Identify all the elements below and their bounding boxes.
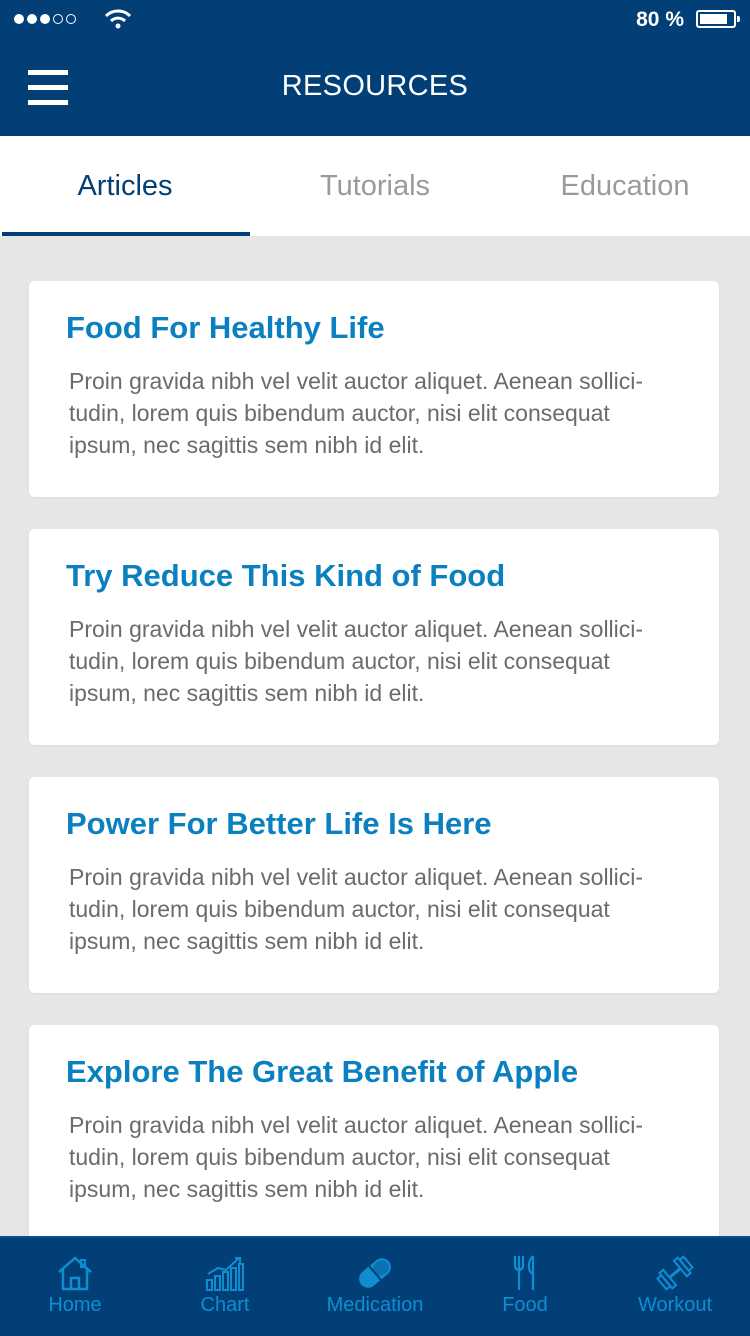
tab-articles[interactable]: Articles [0, 136, 250, 236]
page-title: RESOURCES [281, 70, 469, 102]
signal-strength-icon [14, 14, 76, 24]
tab-tutorials[interactable]: Tutorials [250, 136, 500, 236]
chart-icon [206, 1257, 244, 1291]
tabbar-label: Chart [200, 1294, 250, 1316]
article-body: Proin gravida nibh vel velit auctor aliq… [69, 864, 644, 954]
tabbar-item-chart[interactable]: Chart [150, 1238, 300, 1336]
tabbar-label: Workout [637, 1294, 713, 1316]
tabbar-label: Medication [326, 1294, 424, 1316]
app-header: 80 % RESOURCES [0, 0, 750, 136]
article-card[interactable]: Try Reduce This Kind of Food Proin gravi… [29, 529, 719, 745]
tabbar-item-food[interactable]: Food [450, 1238, 600, 1336]
resource-tabs: Articles Tutorials Education [0, 136, 750, 236]
article-list: Food For Healthy Life Proin gravida nibh… [29, 281, 719, 1273]
wifi-icon [104, 9, 132, 29]
bottom-tab-bar: Home Chart Medication Food Workout [0, 1236, 750, 1336]
article-title: Food For Healthy Life [66, 310, 385, 345]
status-bar: 80 % [0, 0, 750, 42]
article-title: Try Reduce This Kind of Food [66, 558, 506, 593]
article-body: Proin gravida nibh vel velit auctor aliq… [69, 368, 644, 458]
tab-education[interactable]: Education [500, 136, 750, 236]
tabbar-label: Home [48, 1294, 102, 1316]
article-card[interactable]: Power For Better Life Is Here Proin grav… [29, 777, 719, 993]
fork-knife-icon [513, 1255, 535, 1290]
tabbar-item-home[interactable]: Home [0, 1238, 150, 1336]
tabbar-item-workout[interactable]: Workout [600, 1238, 750, 1336]
battery-percentage: 80 % [636, 8, 684, 31]
tabbar-label: Food [502, 1294, 548, 1316]
article-card[interactable]: Explore The Great Benefit of Apple Proin… [29, 1025, 719, 1241]
tabbar-item-medication[interactable]: Medication [300, 1238, 450, 1336]
battery-icon [696, 10, 740, 28]
article-body: Proin gravida nibh vel velit auctor aliq… [69, 616, 644, 706]
article-card[interactable]: Food For Healthy Life Proin gravida nibh… [29, 281, 719, 497]
article-body: Proin gravida nibh vel velit auctor aliq… [69, 1112, 644, 1202]
dumbbell-icon [656, 1255, 694, 1291]
article-title: Explore The Great Benefit of Apple [66, 1054, 579, 1089]
pill-icon [359, 1258, 391, 1288]
article-title: Power For Better Life Is Here [66, 806, 492, 841]
home-icon [58, 1256, 92, 1291]
